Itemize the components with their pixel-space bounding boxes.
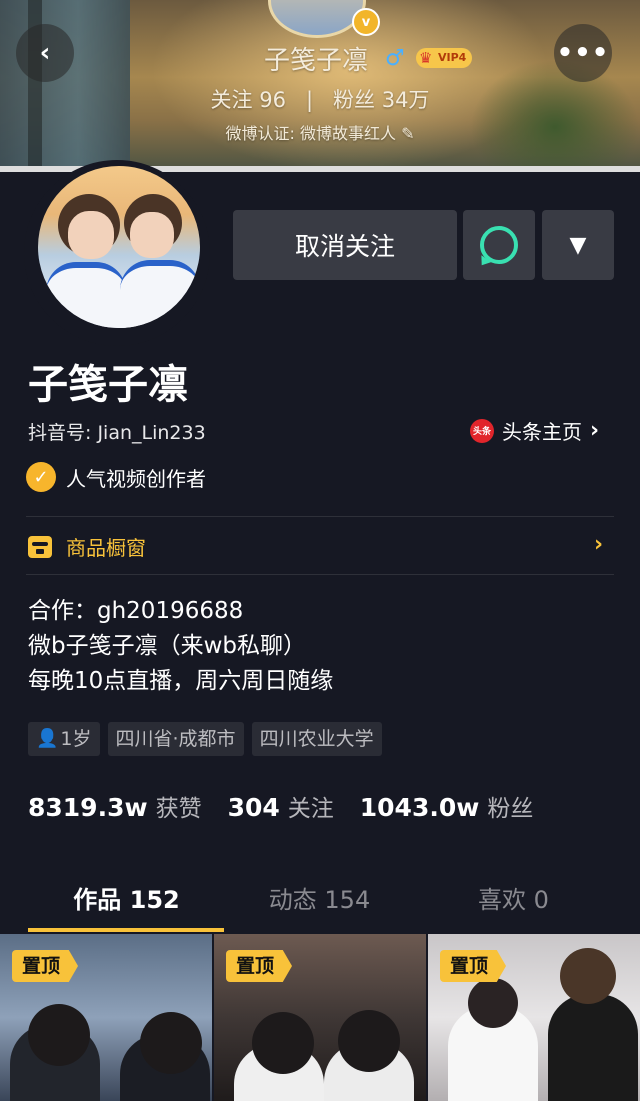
thumbnail-figure <box>468 978 518 1028</box>
check-icon: ✓ <box>26 462 56 492</box>
vip-badge: ♛ VIP4 <box>416 48 473 68</box>
divider <box>26 574 614 575</box>
bio-line: 微b子笺子凛（来wb私聊） <box>28 633 307 659</box>
chevron-right-icon: › <box>590 418 600 443</box>
thumbnail-figure <box>338 1010 400 1072</box>
bio-line: 合作：gh20196688 <box>28 598 244 624</box>
weibo-certification: 微博认证: 微博故事红人 ✎ <box>225 124 415 143</box>
thumbnail-figure <box>252 1012 314 1074</box>
divider <box>26 516 614 517</box>
pinned-badge: 置顶 <box>226 950 293 982</box>
vip-label: VIP4 <box>438 51 467 64</box>
banner-fans-count[interactable]: 粉丝 34万 <box>333 88 429 112</box>
bio: 合作：gh20196688 微b子笺子凛（来wb私聊） 每晚10点直播，周六周日… <box>28 594 333 699</box>
banner-tree <box>470 60 640 172</box>
separator: | <box>305 88 314 112</box>
video-thumbnail[interactable]: 置顶 <box>0 934 212 1101</box>
pinned-badge: 置顶 <box>12 950 79 982</box>
dropdown-button[interactable]: ▼ <box>542 210 614 280</box>
chat-bubble-icon <box>480 226 518 264</box>
shop-icon <box>28 535 52 558</box>
age-label: 1岁 <box>60 728 92 750</box>
tab-works[interactable]: 作品 152 <box>20 876 233 926</box>
banner-follow-count[interactable]: 关注 96 <box>211 88 286 112</box>
back-button[interactable]: ‹ <box>16 24 74 82</box>
crown-icon: ♛ <box>419 49 433 67</box>
douyin-id: 抖音号: Jian_Lin233 <box>28 422 206 444</box>
video-thumbnail[interactable]: 置顶 <box>428 934 640 1101</box>
toutiao-homepage-link[interactable]: 头条 头条主页 › <box>470 416 599 445</box>
banner-follow-stats: 关注 96 | 粉丝 34万 <box>0 84 640 114</box>
avatar-figure <box>120 260 200 328</box>
avatar-figure <box>46 262 126 328</box>
shop-label: 商品橱窗 <box>66 536 146 560</box>
school-tag: 四川农业大学 <box>251 722 382 756</box>
profile-name: 子笺子凛 <box>28 362 188 408</box>
chevron-right-icon[interactable]: › <box>594 532 603 557</box>
age-tag: 👤 1岁 <box>28 722 100 756</box>
pinned-badge: 置顶 <box>440 950 507 982</box>
thumbnail-figure <box>28 1004 90 1066</box>
toutiao-label: 头条主页 <box>502 420 582 444</box>
message-button[interactable] <box>463 210 535 280</box>
profile-stats: 8319.3w 获赞 304 关注 1043.0w 粉丝 <box>28 789 559 823</box>
thumbnail-figure <box>560 948 616 1004</box>
verified-icon: v <box>352 8 380 36</box>
thumbnail-figure <box>548 994 638 1101</box>
following-label[interactable]: 关注 <box>288 789 334 823</box>
active-tab-indicator <box>28 928 224 932</box>
bio-line: 每晚10点直播，周六周日随缘 <box>28 668 334 694</box>
more-options-button[interactable]: ••• <box>554 24 612 82</box>
tab-activity[interactable]: 动态 154 <box>213 876 426 926</box>
avatar-figure <box>68 211 114 259</box>
location-tag: 四川省·成都市 <box>107 722 244 756</box>
creator-label: 人气视频创作者 <box>66 466 206 491</box>
male-icon: ♂ <box>385 46 405 71</box>
content-tabs: 作品 152 动态 154 喜欢 0 <box>0 876 640 934</box>
creator-badge: ✓ 人气视频创作者 <box>26 462 206 492</box>
profile-banner: v ‹ ••• 子笺子凛 ♂ ♛ VIP4 关注 96 | 粉丝 34万 微博认证: … <box>0 0 640 172</box>
thumbnail-figure <box>140 1012 202 1074</box>
following-count[interactable]: 304 <box>228 793 280 822</box>
likes-label: 获赞 <box>155 796 202 822</box>
shop-window-link[interactable]: 商品橱窗 <box>28 532 146 561</box>
profile-tags: 👤 1岁 四川省·成都市 四川农业大学 <box>28 722 382 756</box>
person-icon: 👤 <box>36 728 59 749</box>
video-thumbnail[interactable]: 置顶 <box>214 934 426 1101</box>
toutiao-logo-icon: 头条 <box>470 418 494 443</box>
banner-nickname: 子笺子凛 <box>264 46 369 76</box>
likes-count: 8319.3w <box>28 793 148 822</box>
fans-label[interactable]: 粉丝 <box>487 789 533 823</box>
unfollow-button[interactable]: 取消关注 <box>233 210 457 280</box>
tab-likes[interactable]: 喜欢 0 <box>407 876 620 926</box>
avatar[interactable] <box>38 166 200 328</box>
avatar-figure <box>130 212 174 258</box>
fans-count[interactable]: 1043.0w <box>360 793 480 822</box>
